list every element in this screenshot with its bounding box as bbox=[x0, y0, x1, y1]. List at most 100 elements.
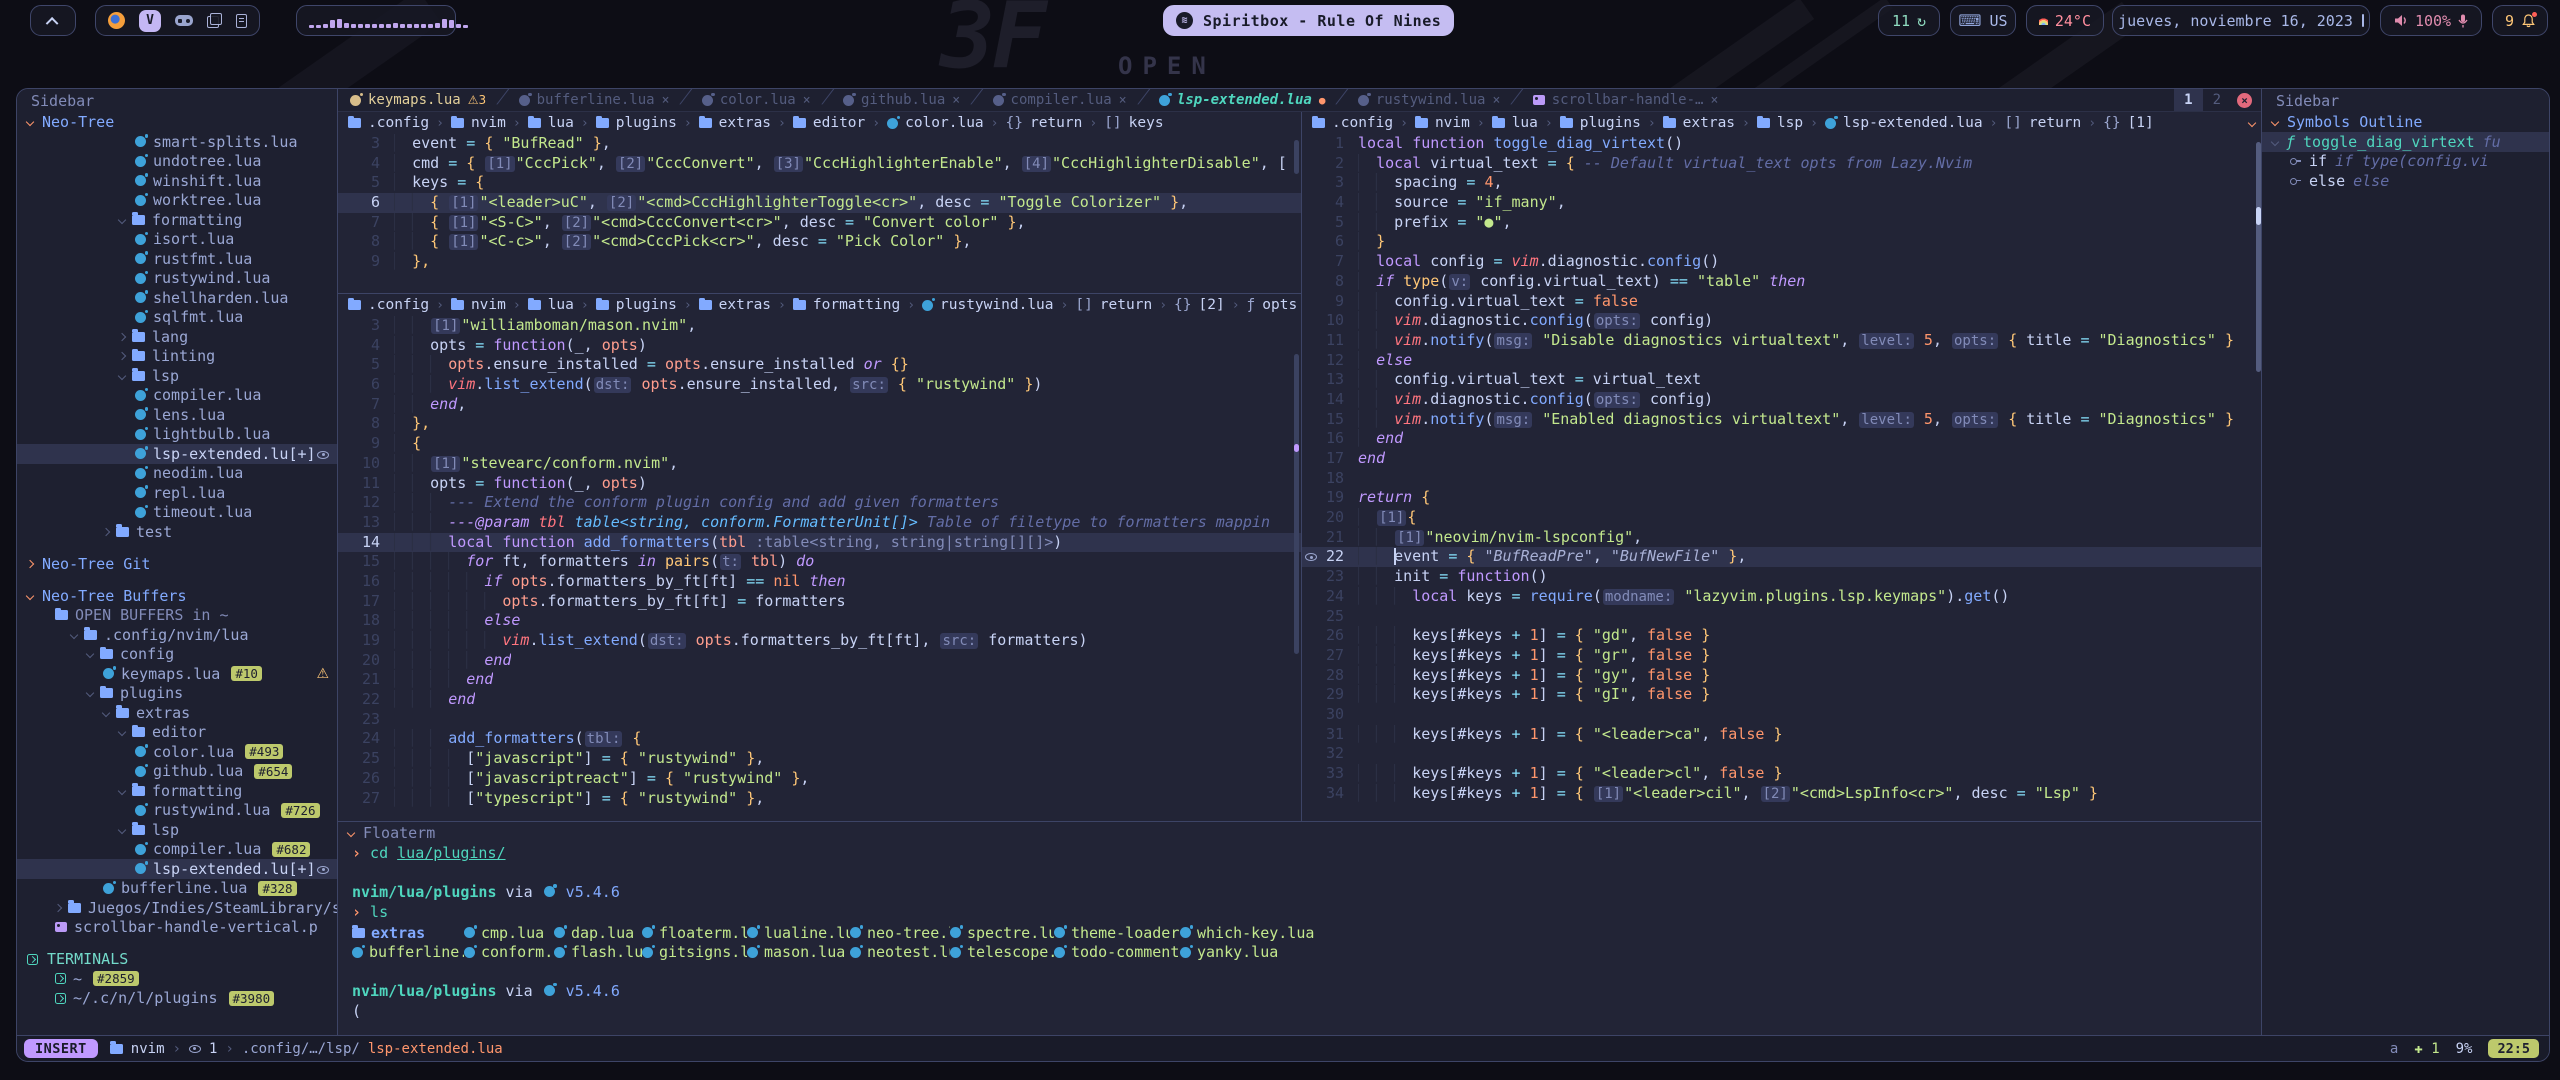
tree-item-timeout-lua[interactable]: timeout.lua bbox=[17, 503, 337, 523]
code-line[interactable]: 20▏ [1]{ bbox=[1302, 508, 2263, 528]
code-line[interactable]: 4▏ cmd = { [1]"CccPick", [2]"CccConvert"… bbox=[338, 154, 1301, 174]
code-line[interactable]: 11▏ ▏ vim.notify(msg: "Disable diagnosti… bbox=[1302, 331, 2263, 351]
breadcrumb-item[interactable]: return bbox=[1100, 297, 1152, 313]
ls-file[interactable]: neotest.lua bbox=[850, 942, 950, 962]
code-line[interactable]: 6▏ } bbox=[1302, 232, 2263, 252]
tree-item-color-lua[interactable]: color.lua#493 bbox=[17, 742, 337, 762]
breadcrumb-item[interactable]: nvim bbox=[1435, 115, 1470, 131]
code-line[interactable]: 22▏ ▏ ▏ end bbox=[338, 690, 1301, 710]
tabpage-1[interactable]: 1 bbox=[2174, 89, 2202, 111]
ls-file[interactable]: floaterm.lua bbox=[642, 923, 747, 943]
notifications-widget[interactable]: 9 bbox=[2492, 5, 2548, 36]
ls-file[interactable]: cmp.lua bbox=[464, 923, 554, 943]
section-header-terminals[interactable]: TERMINALS bbox=[17, 949, 337, 969]
code-line[interactable]: 3▏ event = { "BufRead" }, bbox=[338, 134, 1301, 154]
code-line[interactable]: 15▏ ▏ ▏ ▏ for ft, formatters in pairs(t:… bbox=[338, 552, 1301, 572]
outline-item-else[interactable]: else else bbox=[2262, 171, 2549, 191]
code-line[interactable]: 10▏ ▏ [1]"stevearc/conform.nvim", bbox=[338, 454, 1301, 474]
tree-item-repl-lua[interactable]: repl.lua bbox=[17, 483, 337, 503]
tabpage-2[interactable]: 2 bbox=[2203, 89, 2231, 111]
code-line[interactable]: 11▏ ▏ opts = function(_, opts) bbox=[338, 474, 1301, 494]
code-line[interactable]: 7▏ ▏ end, bbox=[338, 395, 1301, 415]
section-header-neo-tree[interactable]: Neo-Tree bbox=[17, 112, 337, 132]
breadcrumb-item[interactable]: .config bbox=[368, 115, 429, 131]
browser-workspace-icon[interactable] bbox=[108, 12, 125, 29]
code-line[interactable]: 12▏ ▏ ▏ --- Extend the conform plugin co… bbox=[338, 493, 1301, 513]
tab-close-icon[interactable]: × bbox=[952, 93, 960, 108]
section-header-neo-tree-git[interactable]: Neo-Tree Git bbox=[17, 554, 337, 574]
tree-item-github-lua[interactable]: github.lua#654 bbox=[17, 762, 337, 782]
breadcrumb-item[interactable]: nvim bbox=[471, 115, 506, 131]
ls-file[interactable]: gitsigns.lua bbox=[642, 942, 747, 962]
code-line[interactable]: 26▏ ▏ ▏ ▏ ["javascriptreact"] = { "rusty… bbox=[338, 769, 1301, 789]
code-line[interactable]: 14▏ ▏ ▏ local function add_formatters(tb… bbox=[338, 533, 1301, 553]
tree-item-scrollbar-handle-vertical-p[interactable]: scrollbar-handle-vertical.p bbox=[17, 918, 337, 938]
code-line[interactable]: 9▏ ▏ config.virtual_text = false bbox=[1302, 292, 2263, 312]
tree-item-lsp[interactable]: lsp bbox=[17, 366, 337, 386]
tab-scrollbar-handle-[interactable]: scrollbar-handle-…× bbox=[1521, 89, 1731, 111]
tree-item-config[interactable]: config bbox=[17, 645, 337, 665]
tree-item-lens-lua[interactable]: lens.lua bbox=[17, 405, 337, 425]
ls-file[interactable]: yanky.lua bbox=[1180, 942, 2261, 962]
ls-file[interactable]: theme-loader.lua bbox=[1054, 923, 1180, 943]
now-playing-widget[interactable]: ≋ Spiritbox - Rule Of Nines bbox=[1163, 5, 1454, 36]
code-line[interactable]: 19return { bbox=[1302, 488, 2263, 508]
tree-item-shellharden-lua[interactable]: shellharden.lua bbox=[17, 288, 337, 308]
breadcrumb-item[interactable]: lua bbox=[548, 115, 574, 131]
breadcrumb-item[interactable]: [1] bbox=[2128, 115, 2154, 131]
code-line[interactable]: 13▏ ▏ config.virtual_text = virtual_text bbox=[1302, 370, 2263, 390]
keyboard-layout-widget[interactable]: ⌨ US bbox=[1950, 5, 2016, 36]
tree-item-lsp[interactable]: lsp bbox=[17, 820, 337, 840]
tree-item-compiler-lua[interactable]: compiler.lua#682 bbox=[17, 840, 337, 860]
tree-item-keymaps-lua[interactable]: keymaps.lua#10⚠ bbox=[17, 664, 337, 684]
breadcrumb-item[interactable]: editor bbox=[813, 115, 865, 131]
breadcrumb-item[interactable]: return bbox=[1030, 115, 1082, 131]
section-header-neo-tree-buffers[interactable]: Neo-Tree Buffers bbox=[17, 586, 337, 606]
tab-color-lua[interactable]: color.lua× bbox=[690, 89, 823, 111]
breadcrumb-item[interactable]: plugins bbox=[616, 297, 677, 313]
ls-file[interactable]: flash.lua bbox=[554, 942, 642, 962]
tree-item-lsp-extended-lu[interactable]: lsp-extended.lu[+] bbox=[17, 859, 337, 879]
code-line[interactable]: 10▏ ▏ vim.diagnostic.config(opts: config… bbox=[1302, 311, 2263, 331]
code-line[interactable]: 27▏ ▏ ▏ ▏ ["typescript"] = { "rustywind"… bbox=[338, 789, 1301, 809]
tree-item-rustywind-lua[interactable]: rustywind.lua#726 bbox=[17, 801, 337, 821]
code-line[interactable]: 19▏ ▏ ▏ ▏ ▏ ▏ vim.list_extend(dst: opts.… bbox=[338, 631, 1301, 651]
tree-item--c-n-l-plugins[interactable]: ~/.c/n/l/plugins#3980 bbox=[17, 989, 337, 1009]
tree-item-lang[interactable]: lang bbox=[17, 327, 337, 347]
breadcrumb-item[interactable]: extras bbox=[719, 115, 771, 131]
code-line[interactable]: 5▏ keys = { bbox=[338, 173, 1301, 193]
ls-file[interactable]: neo-tree.lua bbox=[850, 923, 950, 943]
code-line[interactable]: 9▏ }, bbox=[338, 252, 1301, 272]
tree-item-formatting[interactable]: formatting bbox=[17, 210, 337, 230]
code-line[interactable]: 30 bbox=[1302, 705, 2263, 725]
symbols-outline-header[interactable]: Symbols Outline bbox=[2262, 112, 2549, 132]
terminal-output[interactable]: › cd lua/plugins/nvim/lua/plugins via v5… bbox=[338, 844, 2261, 1021]
breadcrumb-item[interactable]: plugins bbox=[1580, 115, 1641, 131]
code-line[interactable]: 17▏ ▏ ▏ ▏ ▏ ▏ opts.formatters_by_ft[ft] … bbox=[338, 592, 1301, 612]
code-line[interactable]: 3▏ ▏ spacing = 4, bbox=[1302, 173, 2263, 193]
code-line[interactable]: 24▏ ▏ ▏ add_formatters(tbl: { bbox=[338, 729, 1301, 749]
code-line[interactable]: 31▏ ▏ ▏ keys[#keys + 1] = { "<leader>ca"… bbox=[1302, 725, 2263, 745]
ls-file[interactable]: lualine.lua bbox=[747, 923, 850, 943]
code-line[interactable]: 1local function toggle_diag_virtext() bbox=[1302, 134, 2263, 154]
clock-widget[interactable]: jueves, noviembre 16, 2023 bbox=[2112, 5, 2370, 36]
breadcrumb-item[interactable]: plugins bbox=[616, 115, 677, 131]
code-line[interactable]: 8▏ ▏ { [1]"<C-c>", [2]"<cmd>CccPick<cr>"… bbox=[338, 232, 1301, 252]
tree-item-neodim-lua[interactable]: neodim.lua bbox=[17, 464, 337, 484]
code-line[interactable]: 7▏ ▏ { [1]"<S-C>", [2]"<cmd>CccConvert<c… bbox=[338, 213, 1301, 233]
breadcrumb-item[interactable]: return bbox=[2029, 115, 2081, 131]
code-line[interactable]: 33▏ ▏ ▏ keys[#keys + 1] = { "<leader>cl"… bbox=[1302, 764, 2263, 784]
breadcrumb-item[interactable]: nvim bbox=[471, 297, 506, 313]
tree-item-undotree-lua[interactable]: undotree.lua bbox=[17, 152, 337, 172]
code-line[interactable]: 6▏ ▏ ▏ vim.list_extend(dst: opts.ensure_… bbox=[338, 375, 1301, 395]
tab-close-icon[interactable]: × bbox=[1119, 93, 1127, 108]
outline-item-if[interactable]: if if type(config.vi bbox=[2262, 152, 2549, 172]
code-line[interactable]: 13▏ ▏ ▏ ---@param tbl table<string, conf… bbox=[338, 513, 1301, 533]
tree-item-linting[interactable]: linting bbox=[17, 347, 337, 367]
code-line[interactable]: 25▏ ▏ ▏ ▏ ["javascript"] = { "rustywind"… bbox=[338, 749, 1301, 769]
breadcrumb-item[interactable]: extras bbox=[719, 297, 771, 313]
games-workspace-icon[interactable] bbox=[175, 15, 193, 26]
breadcrumb-item[interactable]: lua bbox=[1512, 115, 1538, 131]
code-line[interactable]: 18 bbox=[1302, 469, 2263, 489]
ls-file[interactable]: dap.lua bbox=[554, 923, 642, 943]
